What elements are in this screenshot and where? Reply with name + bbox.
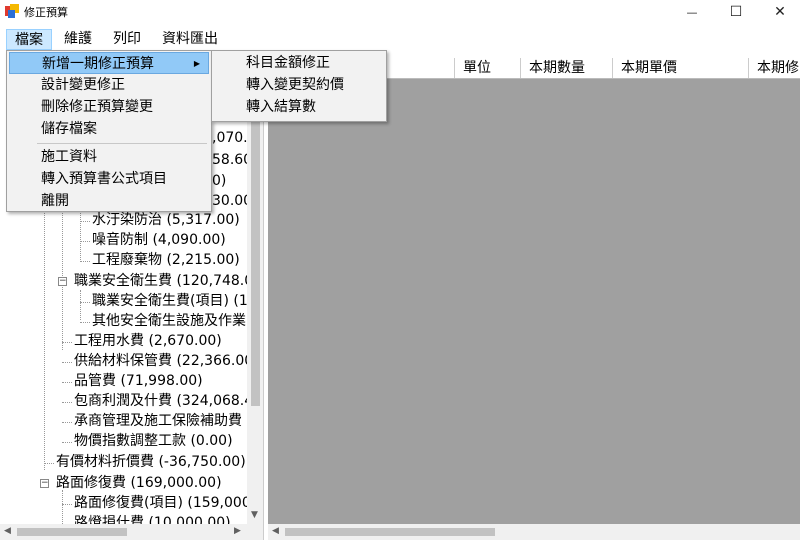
tree-node[interactable]: 供給材料保管費 (22,366.00 [74,351,253,371]
scroll-down-icon[interactable]: ▼ [251,510,258,520]
tree-line [80,221,90,222]
column-header-unit-price[interactable]: 本期單價 [612,58,748,78]
tree-line [62,422,72,423]
grid-horizontal-scrollbar[interactable]: ◀ [268,524,800,540]
tree-node-fragment: 0) [212,173,227,189]
tree-node[interactable]: 路面修復費 (169,000.00) [56,473,222,493]
collapse-icon[interactable]: − [40,479,49,488]
tree-node[interactable]: 工程用水費 (2,670.00) [74,331,222,351]
submenu-item-import-change-contract[interactable]: 轉入變更契約價 [214,74,384,96]
menu-item-exit[interactable]: 離開 [9,190,209,212]
tree-line [80,210,81,260]
close-icon: ✕ [774,4,786,20]
submenu-item-account-amount[interactable]: 科目金額修正 [214,52,384,74]
tree-node[interactable]: 職業安全衛生費 (120,748.0 [74,271,253,291]
maximize-button[interactable]: ☐ [714,0,758,24]
submenu-item-import-settlement[interactable]: 轉入結算數 [214,96,384,118]
app-icon [5,4,19,18]
scroll-left-icon[interactable]: ◀ [272,526,279,536]
menu-item-construction-data[interactable]: 施工資料 [9,146,209,168]
menu-file[interactable]: 檔案 [6,29,52,50]
tree-horizontal-scrollbar[interactable]: ◀ ▶ [0,524,263,540]
scroll-right-icon[interactable]: ▶ [234,526,241,536]
tree-node[interactable]: 噪音防制 (4,090.00) [92,230,226,250]
scroll-left-icon[interactable]: ◀ [4,526,11,536]
tree-vertical-scroll-thumb[interactable] [251,116,260,406]
window-title: 修正預算 [24,6,68,19]
column-header-quantity[interactable]: 本期數量 [520,58,612,78]
column-header-amount[interactable]: 本期修 [748,58,800,78]
menu-item-import-formula[interactable]: 轉入預算書公式項目 [9,168,209,190]
file-menu-dropdown: 新增一期修正預算 ▶ 設計變更修正 刪除修正預算變更 儲存檔案 施工資料 轉入預… [6,50,212,212]
tree-line [44,463,54,464]
menu-data-export[interactable]: 資料匯出 [154,29,226,50]
tree-node[interactable]: 物價指數調整工款 (0.00) [74,431,233,451]
tree-node[interactable]: 承商管理及施工保險補助費 [74,411,242,431]
tree-node[interactable]: 職業安全衛生費(項目) (1 [92,291,248,311]
grid-body[interactable] [268,79,800,524]
tree-node[interactable]: 路面修復費(項目) (159,000 [74,493,251,513]
minimize-button[interactable]: — [670,0,714,24]
tree-horizontal-scroll-thumb[interactable] [17,528,127,536]
title-bar: 修正預算 — ☐ ✕ [0,0,800,24]
column-header-unit[interactable]: 單位 [454,58,520,78]
tree-node[interactable]: 有價材料折價費 (-36,750.00) [56,452,246,472]
tree-line [62,402,72,403]
tree-node[interactable]: 包商利潤及什費 (324,068.4 [74,391,253,411]
maximize-icon: ☐ [729,4,743,20]
minimize-icon: — [686,5,698,19]
tree-node[interactable]: 品管費 (71,998.00) [74,371,203,391]
tree-line [80,322,90,323]
submenu-arrow-icon: ▶ [193,59,200,68]
close-button[interactable]: ✕ [758,0,800,24]
tree-node[interactable]: 工程廢棄物 (2,215.00) [92,250,240,270]
menu-bar: 檔案 維護 列印 資料匯出 [0,28,800,50]
grid-horizontal-scroll-thumb[interactable] [285,528,495,536]
new-revision-submenu: 科目金額修正 轉入變更契約價 轉入結算數 [211,50,387,122]
menu-item-delete-revision[interactable]: 刪除修正預算變更 [9,96,209,118]
tree-node[interactable]: 水汙染防治 (5,317.00) [92,210,240,230]
tree-node[interactable]: 其他安全衛生設施及作業 [92,311,246,331]
menu-separator [37,143,207,144]
menu-item-save-file[interactable]: 儲存檔案 [9,118,209,140]
tree-line [80,302,90,303]
collapse-icon[interactable]: − [58,277,67,286]
tree-line [62,200,63,350]
tree-line [62,504,72,505]
tree-line [62,382,72,383]
menu-print[interactable]: 列印 [105,29,149,50]
tree-line [62,442,72,443]
tree-line [80,261,90,262]
tree-line [80,290,81,320]
tree-line [80,241,90,242]
menu-item-design-change[interactable]: 設計變更修正 [9,74,209,96]
tree-line [62,342,72,343]
menu-item-label: 新增一期修正預算 [42,56,154,72]
menu-maintenance[interactable]: 維護 [56,29,100,50]
tree-line [62,362,72,363]
grid-pane[interactable]: 單位 本期數量 本期單價 本期修 ◀ [268,50,800,540]
menu-item-new-revision[interactable]: 新增一期修正預算 ▶ [9,52,209,74]
